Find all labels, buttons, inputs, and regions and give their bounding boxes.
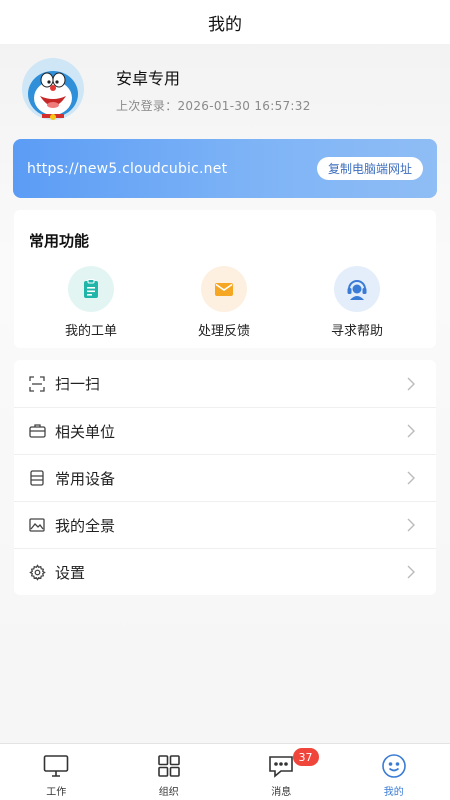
page-title: 我的 [0,0,450,44]
image-icon [28,516,46,534]
user-icon [380,752,408,780]
device-icon [28,469,46,487]
scan-icon [28,375,46,393]
bottom-tab-bar: 工作 组织 消息 37 我的 [0,743,450,800]
unread-badge: 37 [292,748,319,766]
monitor-icon [42,752,70,780]
tab-label: 组织 [158,787,179,798]
tab-label: 工作 [46,787,67,798]
chevron-right-icon [407,377,415,390]
tab-organization[interactable]: 组织 [113,744,226,800]
avatar[interactable] [22,58,84,120]
function-label: 寻求帮助 [330,324,383,339]
url-text: https://new5.cloudcubic.net [27,160,228,177]
briefcase-icon [28,422,46,440]
chevron-right-icon [407,471,415,485]
menu-item-common-devices[interactable]: 常用设备 [14,454,436,501]
clipboard-icon [68,266,114,312]
menu-list: 扫一扫 相关单位 常用设备 我的全景 设置 [14,360,436,595]
support-agent-icon [334,266,380,312]
gear-icon [28,563,46,581]
copy-url-button[interactable]: 复制电脑端网址 [316,157,423,180]
mail-icon [201,266,247,312]
common-functions-title: 常用功能 [29,232,90,250]
menu-item-scan[interactable]: 扫一扫 [14,360,436,407]
tab-label: 消息 [271,787,292,798]
tab-messages[interactable]: 消息 37 [225,744,338,800]
function-label: 处理反馈 [197,324,250,339]
chat-icon [267,752,295,780]
profile-section[interactable]: 安卓专用 上次登录：2026-01-30 16:57:32 [0,44,450,134]
username: 安卓专用 [116,68,181,88]
common-functions-card: 常用功能 我的工单 处理反馈 寻求帮助 [14,210,436,348]
menu-item-label: 扫一扫 [55,375,101,393]
app-root: 我的 安卓专用 上次登录：2026-01-30 16:57:32 https:/… [0,0,450,800]
menu-item-label: 常用设备 [55,469,116,488]
grid-icon [155,752,183,780]
chevron-right-icon [407,565,415,579]
function-handle-feedback[interactable]: 处理反馈 [164,266,284,339]
menu-item-label: 相关单位 [55,422,116,441]
function-label: 我的工单 [64,324,117,339]
menu-item-label: 设置 [55,563,86,582]
chevron-right-icon [407,424,415,438]
url-banner: https://new5.cloudcubic.net 复制电脑端网址 [13,139,437,198]
menu-item-settings[interactable]: 设置 [14,548,436,595]
function-my-work-orders[interactable]: 我的工单 [31,266,151,339]
chevron-right-icon [407,518,415,532]
tab-mine[interactable]: 我的 [338,744,450,800]
tab-label: 我的 [383,787,404,798]
last-login-text: 上次登录：2026-01-30 16:57:32 [116,98,311,113]
tab-work[interactable]: 工作 [0,744,113,800]
menu-item-label: 我的全景 [55,516,116,535]
function-seek-help[interactable]: 寻求帮助 [297,266,417,339]
menu-item-my-panorama[interactable]: 我的全景 [14,501,436,548]
menu-item-related-units[interactable]: 相关单位 [14,407,436,454]
